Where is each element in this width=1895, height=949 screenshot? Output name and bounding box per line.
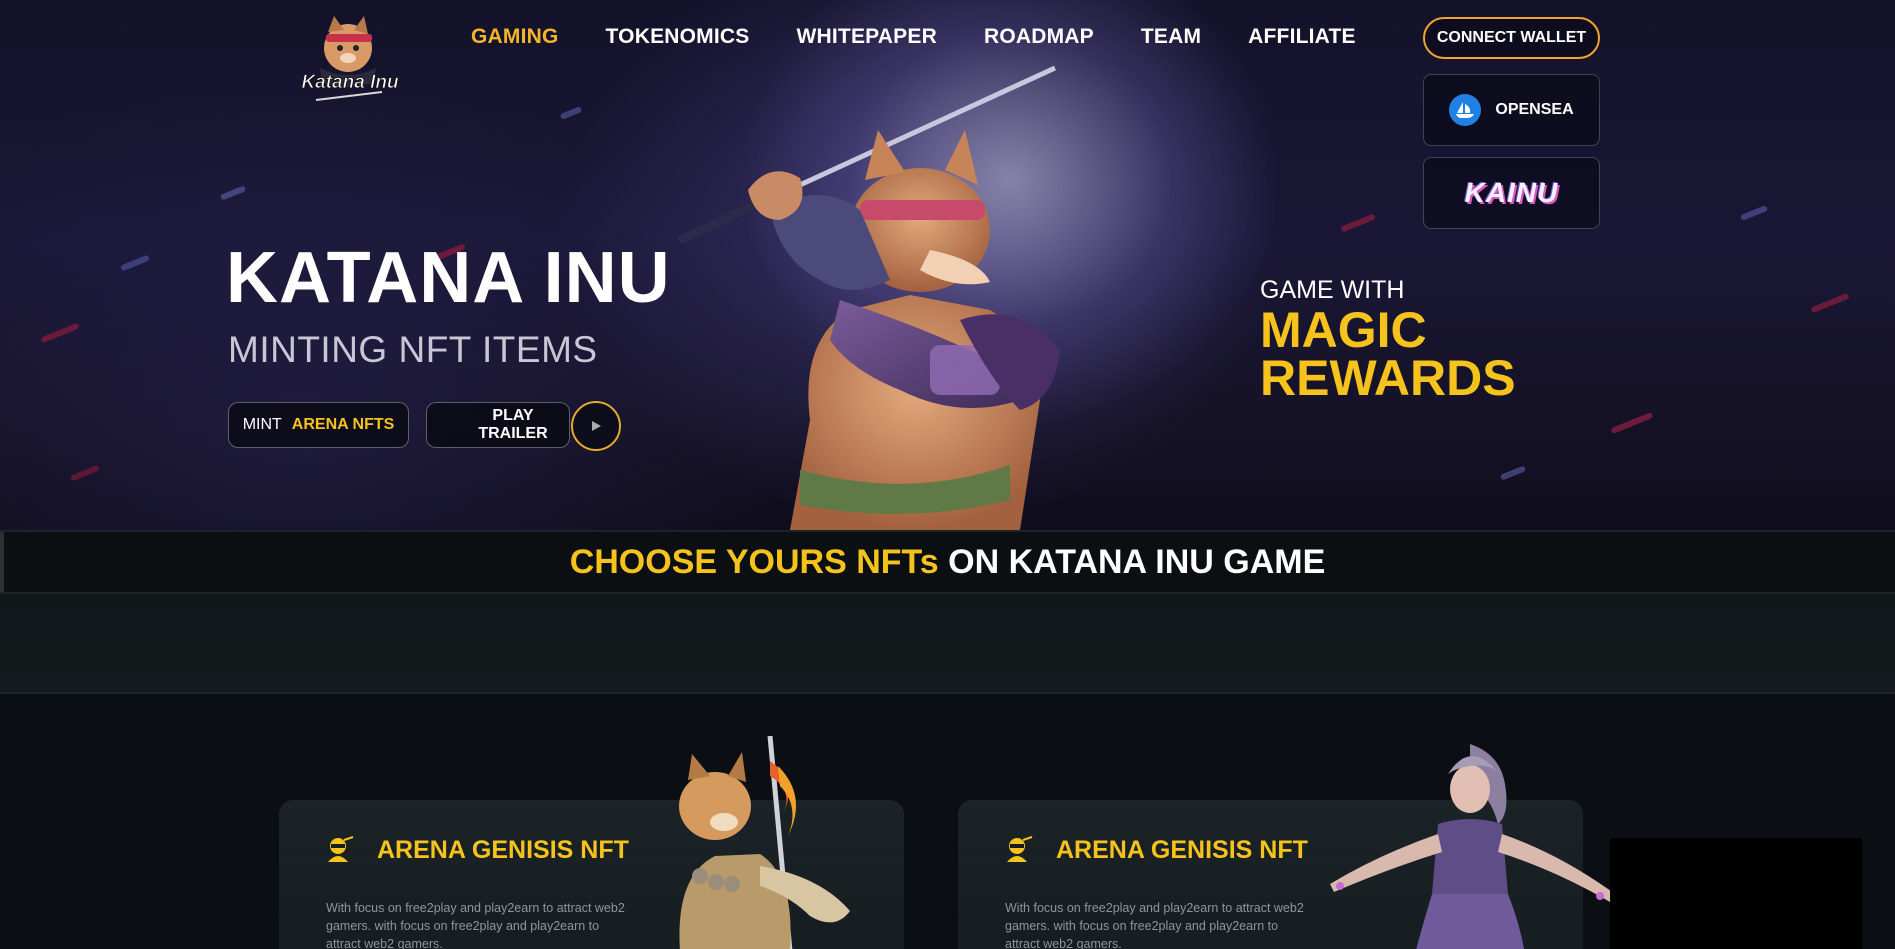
nft-cards-section: ARENA GENISIS NFT With focus on free2pla… bbox=[0, 696, 1895, 949]
decorative-streak bbox=[1499, 465, 1527, 481]
hero-section: Katana Inu GAMING TOKENOMICS WHITEPAPER … bbox=[0, 0, 1895, 530]
katana-inu-logo[interactable]: Katana Inu bbox=[302, 12, 398, 106]
ninja-icon bbox=[328, 836, 354, 862]
card-description: With focus on free2play and play2earn to… bbox=[1005, 901, 1304, 949]
banner-highlight: CHOOSE YOURS NFTs bbox=[569, 542, 939, 581]
play-icon[interactable] bbox=[571, 401, 621, 451]
decorative-streak bbox=[40, 322, 80, 344]
nav-team[interactable]: TEAM bbox=[1141, 22, 1201, 52]
decorative-streak bbox=[1739, 204, 1769, 222]
banner-edge bbox=[0, 532, 4, 592]
nav-tokenomics[interactable]: TOKENOMICS bbox=[606, 22, 750, 52]
decorative-streak bbox=[1340, 213, 1376, 233]
hero-title: KATANA INU bbox=[226, 238, 671, 318]
play-trailer-button[interactable]: PLAY TRAILER bbox=[426, 402, 570, 448]
choose-nfts-banner: CHOOSE YOURS NFTs ON KATANA INU GAME bbox=[0, 530, 1895, 594]
decorative-streak bbox=[559, 106, 583, 120]
decorative-streak bbox=[119, 254, 151, 272]
card-title: ARENA GENISIS NFT bbox=[377, 836, 629, 864]
ninja-icon bbox=[1007, 836, 1033, 862]
nav-affiliate[interactable]: AFFILIATE bbox=[1248, 22, 1356, 52]
kainu-logo: KAINU bbox=[1464, 177, 1559, 208]
decorative-streak bbox=[1610, 411, 1654, 435]
dog-warrior-illustration bbox=[679, 736, 850, 949]
svg-text:Katana Inu: Katana Inu bbox=[302, 72, 398, 93]
mint-highlight: ARENA NFTS bbox=[291, 416, 395, 433]
mint-arena-nfts-button[interactable]: MINT ARENA NFTS bbox=[228, 402, 409, 448]
game-with-label: GAME WITH bbox=[1260, 276, 1405, 304]
connect-wallet-button[interactable]: CONNECT WALLET bbox=[1423, 17, 1600, 59]
kainu-button[interactable]: KAINU bbox=[1423, 157, 1600, 229]
female-fighter-illustration bbox=[1330, 744, 1615, 949]
decorative-streak bbox=[219, 185, 247, 201]
opensea-button[interactable]: OPENSEA bbox=[1423, 74, 1600, 146]
samurai-dog-illustration bbox=[678, 65, 1060, 530]
play-trailer-label: PLAY TRAILER bbox=[478, 407, 548, 442]
hero-subtitle: MINTING NFT ITEMS bbox=[228, 329, 598, 370]
banner-rest: ON KATANA INU GAME bbox=[948, 542, 1326, 581]
main-nav: GAMING TOKENOMICS WHITEPAPER ROADMAP TEA… bbox=[471, 22, 1403, 52]
opensea-icon bbox=[1449, 94, 1482, 126]
opensea-label: OPENSEA bbox=[1495, 101, 1574, 118]
nav-whitepaper[interactable]: WHITEPAPER bbox=[797, 22, 937, 52]
nav-roadmap[interactable]: ROADMAP bbox=[984, 22, 1094, 52]
magic-rewards-heading: MAGIC REWARDS bbox=[1260, 302, 1516, 406]
banner-heading: CHOOSE YOURS NFTs ON KATANA INU GAME bbox=[570, 543, 1326, 582]
decorative-streak bbox=[69, 464, 101, 482]
card-title: ARENA GENISIS NFT bbox=[1056, 836, 1308, 864]
rewards-line: REWARDS bbox=[1260, 350, 1516, 406]
overlay-block bbox=[1610, 838, 1862, 949]
card-description: With focus on free2play and play2earn to… bbox=[326, 901, 625, 949]
decorative-streak bbox=[1810, 292, 1850, 314]
magic-line: MAGIC bbox=[1260, 302, 1427, 358]
nav-gaming[interactable]: GAMING bbox=[471, 22, 559, 52]
mint-label: MINT bbox=[242, 416, 282, 433]
section-strip bbox=[0, 594, 1895, 694]
